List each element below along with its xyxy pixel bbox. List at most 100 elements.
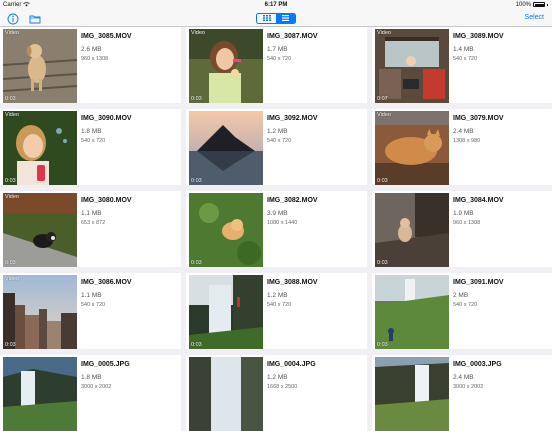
file-cell[interactable]: Video 0:03 IMG_3086.MOV 1.1 MB 540 x 720	[0, 273, 181, 349]
file-info: IMG_3084.MOV 1.9 MB 960 x 1308	[453, 197, 504, 226]
status-right: 100%	[516, 2, 548, 8]
file-thumbnail: Video 0:03	[3, 275, 77, 349]
file-thumbnail	[375, 357, 449, 431]
battery-nub	[547, 3, 548, 6]
status-time: 6:17 PM	[264, 1, 288, 8]
list-view-tab[interactable]	[276, 13, 295, 23]
file-info: IMG_3089.MOV 1.4 MB 540 x 720	[453, 33, 504, 62]
file-thumbnail: Video 0:03	[189, 29, 263, 103]
file-cell[interactable]: 0:03 IMG_3088.MOV 1.2 MB 540 x 720	[186, 273, 367, 349]
file-dimensions: 3000 x 2002	[81, 384, 112, 390]
file-name: IMG_3079.MOV	[453, 115, 504, 122]
select-button[interactable]: Select	[525, 14, 544, 21]
file-thumbnail: Video 0:03	[3, 111, 77, 185]
file-size: 1.2 MB	[267, 292, 288, 299]
duration-label: 0:03	[377, 260, 388, 266]
file-size: 2.6 MB	[81, 46, 102, 53]
file-name: IMG_3080.MOV	[81, 197, 132, 204]
battery-icon	[533, 2, 545, 7]
file-cell[interactable]: 0:03 IMG_3084.MOV 1.9 MB 960 x 1308	[372, 191, 552, 267]
file-thumbnail: Video 0:03	[375, 111, 449, 185]
grid-view-tab[interactable]	[257, 14, 276, 23]
file-size: 1.9 MB	[453, 210, 474, 217]
file-dimensions: 653 x 872	[81, 220, 106, 226]
file-dimensions: 960 x 1308	[81, 56, 109, 62]
file-thumbnail: 0:03	[189, 193, 263, 267]
duration-label: 0:03	[5, 178, 16, 184]
file-thumbnail: 0:03	[189, 275, 263, 349]
file-name: IMG_3088.MOV	[267, 279, 318, 286]
file-name: IMG_3091.MOV	[453, 279, 504, 286]
file-info: IMG_3082.MOV 3.9 MB 1080 x 1440	[267, 197, 318, 226]
video-badge: Video	[5, 276, 19, 282]
status-bar: Carrier 6:17 PM 100%	[0, 0, 552, 10]
file-info: IMG_3088.MOV 1.2 MB 540 x 720	[267, 279, 318, 308]
file-cell[interactable]: IMG_0004.JPG 1.2 MB 1668 x 2500	[186, 355, 367, 431]
file-cell[interactable]: 0:03 IMG_3082.MOV 3.9 MB 1080 x 1440	[186, 191, 367, 267]
file-info: IMG_3090.MOV 1.8 MB 540 x 720	[81, 115, 132, 144]
file-cell[interactable]: Video 0:03 IMG_3079.MOV 2.4 MB 1308 x 980	[372, 109, 552, 185]
file-info: IMG_3080.MOV 1.1 MB 653 x 872	[81, 197, 132, 226]
file-cell[interactable]: Video 0:03 IMG_3085.MOV 2.6 MB 960 x 1308	[0, 27, 181, 103]
navigation-bar: Select	[0, 10, 552, 27]
duration-label: 0:03	[191, 96, 202, 102]
info-icon[interactable]	[7, 12, 19, 25]
file-dimensions: 1308 x 980	[453, 138, 481, 144]
file-name: IMG_3089.MOV	[453, 33, 504, 40]
file-name: IMG_3085.MOV	[81, 33, 132, 40]
file-name: IMG_3084.MOV	[453, 197, 504, 204]
file-cell[interactable]: IMG_0005.JPG 1.8 MB 3000 x 2002	[0, 355, 181, 431]
file-info: IMG_0005.JPG 1.8 MB 3000 x 2002	[81, 361, 130, 390]
duration-label: 0:03	[377, 178, 388, 184]
duration-label: 0:07	[377, 96, 388, 102]
file-name: IMG_3086.MOV	[81, 279, 132, 286]
video-badge: Video	[5, 194, 19, 200]
grid-icon	[262, 15, 271, 21]
list-icon	[282, 15, 289, 21]
file-dimensions: 540 x 720	[453, 56, 478, 62]
view-mode-segmented-control	[256, 12, 296, 24]
file-name: IMG_0003.JPG	[453, 361, 502, 368]
file-size: 2.4 MB	[453, 374, 474, 381]
file-size: 1.4 MB	[453, 46, 474, 53]
folder-icon[interactable]	[29, 12, 41, 24]
video-badge: Video	[377, 30, 391, 36]
file-cell[interactable]: Video 0:03 IMG_3080.MOV 1.1 MB 653 x 872	[0, 191, 181, 267]
video-badge: Video	[191, 30, 205, 36]
duration-label: 0:03	[377, 342, 388, 348]
file-dimensions: 1080 x 1440	[267, 220, 298, 226]
duration-label: 0:03	[191, 178, 202, 184]
file-info: IMG_3086.MOV 1.1 MB 540 x 720	[81, 279, 132, 308]
file-info: IMG_3092.MOV 1.2 MB 540 x 720	[267, 115, 318, 144]
file-dimensions: 540 x 720	[267, 56, 292, 62]
file-thumbnail: 0:03	[375, 275, 449, 349]
file-name: IMG_3082.MOV	[267, 197, 318, 204]
file-cell[interactable]: Video 0:03 IMG_3090.MOV 1.8 MB 540 x 720	[0, 109, 181, 185]
file-cell[interactable]: IMG_0003.JPG 2.4 MB 3000 x 2002	[372, 355, 552, 431]
file-info: IMG_0004.JPG 1.2 MB 1668 x 2500	[267, 361, 316, 390]
file-thumbnail: Video 0:03	[3, 29, 77, 103]
file-dimensions: 960 x 1308	[453, 220, 481, 226]
file-name: IMG_3092.MOV	[267, 115, 318, 122]
file-thumbnail: 0:03	[189, 111, 263, 185]
duration-label: 0:03	[5, 342, 16, 348]
file-cell[interactable]: Video 0:07 IMG_3089.MOV 1.4 MB 540 x 720	[372, 27, 552, 103]
file-thumbnail	[3, 357, 77, 431]
file-size: 2 MB	[453, 292, 469, 299]
file-size: 1.7 MB	[267, 46, 288, 53]
file-cell[interactable]: 0:03 IMG_3091.MOV 2 MB 540 x 720	[372, 273, 552, 349]
duration-label: 0:03	[191, 342, 202, 348]
file-cell[interactable]: 0:03 IMG_3092.MOV 1.2 MB 540 x 720	[186, 109, 367, 185]
file-cell[interactable]: Video 0:03 IMG_3087.MOV 1.7 MB 540 x 720	[186, 27, 367, 103]
file-name: IMG_0004.JPG	[267, 361, 316, 368]
file-info: IMG_3087.MOV 1.7 MB 540 x 720	[267, 33, 318, 62]
file-name: IMG_3090.MOV	[81, 115, 132, 122]
duration-label: 0:03	[191, 260, 202, 266]
file-size: 1.1 MB	[81, 292, 102, 299]
file-thumbnail: Video 0:03	[3, 193, 77, 267]
file-dimensions: 3000 x 2002	[453, 384, 484, 390]
battery-percent: 100%	[515, 1, 531, 8]
file-size: 1.8 MB	[81, 374, 102, 381]
file-name: IMG_0005.JPG	[81, 361, 130, 368]
file-size: 1.8 MB	[81, 128, 102, 135]
